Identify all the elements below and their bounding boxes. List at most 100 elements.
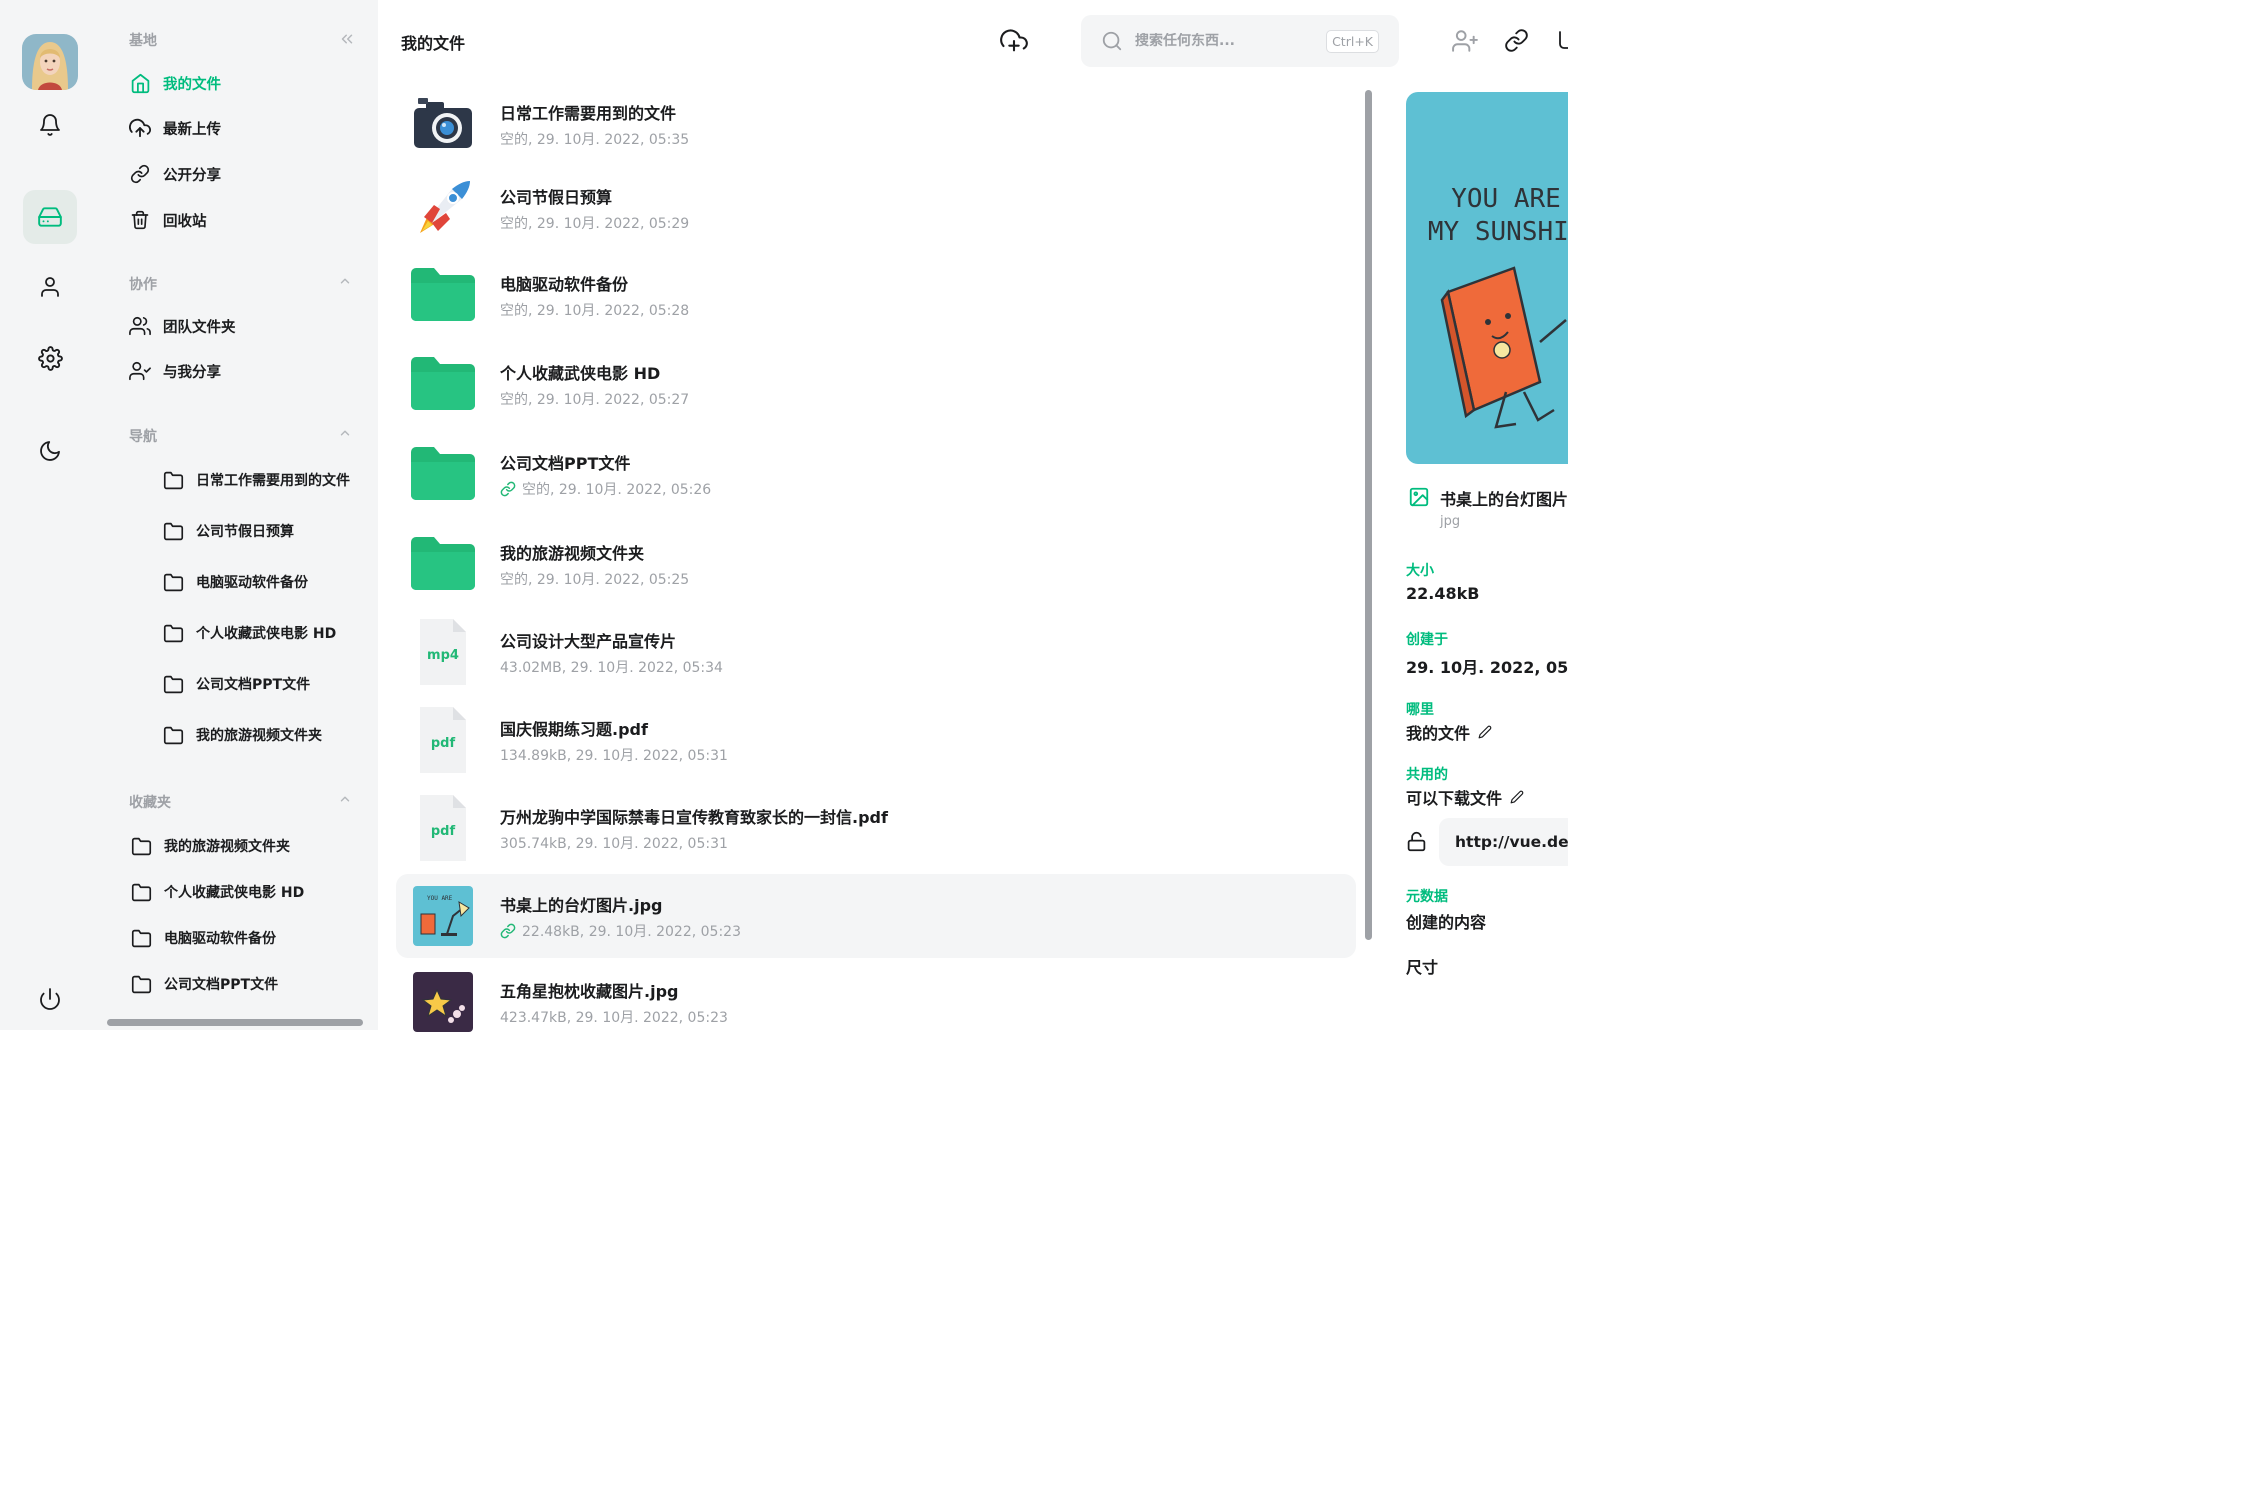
file-text: 个人收藏武侠电影 HD 空的, 29. 10月. 2022, 05:27 <box>500 360 689 409</box>
metadata-value: 创建的内容 <box>1406 913 1487 932</box>
file-thumbnail: mp4 <box>408 617 478 687</box>
folder-thumbnail <box>411 537 475 590</box>
avatar[interactable] <box>22 34 78 90</box>
drive-button[interactable] <box>23 190 77 244</box>
file-meta-text: 423.47kB, 29. 10月. 2022, 05:23 <box>500 1009 728 1026</box>
more-actions-button[interactable] <box>1556 28 1568 52</box>
collapse-sidebar-button[interactable] <box>338 30 356 48</box>
nav-folder-item-0[interactable]: 日常工作需要用到的文件 <box>163 464 350 496</box>
folder-label: 公司文档PPT文件 <box>196 677 311 693</box>
collapse-collab-button[interactable] <box>338 274 352 288</box>
file-thumbnail <box>408 173 478 243</box>
sidebar-item-public-share[interactable]: 公开分享 <box>129 158 221 190</box>
file-text: 公司节假日预算空的, 29. 10月. 2022, 05:29 <box>500 184 689 233</box>
file-row[interactable]: 公司文档PPT文件 空的, 29. 10月. 2022, 05:26 <box>396 432 1356 516</box>
file-row[interactable]: pdf 万州龙驹中学国际禁毒日宣传教育致家长的一封信.pdf 305.74kB, 2… <box>396 786 1356 870</box>
chevron-up-icon <box>340 430 350 436</box>
sidebar-item-recent-uploads[interactable]: 最新上传 <box>129 112 221 144</box>
folder-label: 电脑驱动软件备份 <box>164 931 276 947</box>
favorite-folder-item-2[interactable]: 电脑驱动软件备份 <box>131 922 276 954</box>
file-row[interactable]: mp4 公司设计大型产品宣传片 43.02MB, 29. 10月. 2022, 05… <box>396 610 1356 694</box>
edit-icon[interactable] <box>1510 790 1524 804</box>
camera-thumbnail <box>414 98 472 148</box>
edit-icon[interactable] <box>1478 725 1492 739</box>
image-preview[interactable]: YOU ARE MY SUNSHINE <box>1406 92 1568 464</box>
file-row[interactable]: 个人收藏武侠电影 HD 空的, 29. 10月. 2022, 05:27 <box>396 342 1356 426</box>
file-meta: 空的, 29. 10月. 2022, 05:29 <box>500 213 689 233</box>
folder-label: 电脑驱动软件备份 <box>196 575 308 591</box>
file-ext-label: mp4 <box>427 648 459 663</box>
collapse-favorites-button[interactable] <box>338 792 352 806</box>
file-name: 公司节假日预算 <box>500 187 613 207</box>
file-meta-text: 空的, 29. 10月. 2022, 05:28 <box>500 302 690 319</box>
sidebar-item-shared-with-me[interactable]: 与我分享 <box>129 355 221 387</box>
notifications-button[interactable] <box>23 98 77 152</box>
sidebar-scrollbar[interactable] <box>107 1019 363 1026</box>
file-meta: 134.89kB, 29. 10月. 2022, 05:31 <box>500 745 728 765</box>
folder-icon <box>163 624 184 642</box>
file-row[interactable]: 电脑驱动软件备份 空的, 29. 10月. 2022, 05:28 <box>396 253 1356 337</box>
favorite-folder-item-3[interactable]: 公司文档PPT文件 <box>131 968 278 1000</box>
file-thumbnail <box>408 260 478 330</box>
logout-button[interactable] <box>23 972 77 1026</box>
profile-button[interactable] <box>23 260 77 314</box>
file-meta: 空的, 29. 10月. 2022, 05:35 <box>500 129 689 149</box>
nav-folder-item-2[interactable]: 电脑驱动软件备份 <box>163 566 308 598</box>
file-text: 我的旅游视频文件夹 空的, 29. 10月. 2022, 05:25 <box>500 540 689 589</box>
metadata-label: 元数据 <box>1406 889 1448 905</box>
folder-icon <box>131 837 152 855</box>
shared-value: 可以下载文件 <box>1406 785 1524 809</box>
image-thumbnail: YOU ARE <box>413 886 473 946</box>
file-meta-text: 空的, 29. 10月. 2022, 05:26 <box>522 481 712 498</box>
search-input[interactable] <box>1135 33 1315 49</box>
upload-button[interactable] <box>1000 27 1028 55</box>
lock-toggle[interactable] <box>1406 831 1427 852</box>
nav-folder-item-4[interactable]: 公司文档PPT文件 <box>163 668 310 700</box>
folder-label: 公司文档PPT文件 <box>164 977 279 993</box>
file-text: 万州龙驹中学国际禁毒日宣传教育致家长的一封信.pdf 305.74kB, 29. … <box>500 804 888 853</box>
settings-button[interactable] <box>23 331 77 385</box>
file-row[interactable]: 我的旅游视频文件夹 空的, 29. 10月. 2022, 05:25 <box>396 522 1356 606</box>
shared-permission-text: 可以下载文件 <box>1406 789 1503 808</box>
file-list-scrollbar[interactable] <box>1365 90 1372 940</box>
sidebar: 基地 我的文件 最新上传 公开分享 回收站 协作 团队文件夹 与我分享 导航 日… <box>100 0 378 1030</box>
user-check-icon <box>129 361 151 381</box>
sidebar-item-my-files[interactable]: 我的文件 <box>129 67 221 99</box>
sidebar-item-label: 团队文件夹 <box>163 319 236 336</box>
file-text: 公司文档PPT文件 空的, 29. 10月. 2022, 05:26 <box>500 450 711 499</box>
image-thumbnail <box>413 972 473 1032</box>
share-link-button[interactable] <box>1504 28 1529 53</box>
file-ext-label: pdf <box>431 824 456 839</box>
collapse-navigation-button[interactable] <box>338 426 352 440</box>
chevrons-left-icon <box>341 34 353 44</box>
nav-folder-item-3[interactable]: 个人收藏武侠电影 HD <box>163 617 336 649</box>
file-meta: 空的, 29. 10月. 2022, 05:26 <box>500 479 711 499</box>
folder-icon <box>163 573 184 591</box>
file-row[interactable]: 日常工作需要用到的文件 空的, 29. 10月. 2022, 05:35 <box>396 82 1356 166</box>
file-meta: 423.47kB, 29. 10月. 2022, 05:23 <box>500 1007 728 1027</box>
file-meta-text: 空的, 29. 10月. 2022, 05:27 <box>500 391 690 408</box>
preview-text-line-1: YOU ARE <box>1451 184 1561 214</box>
file-thumbnail: pdf <box>408 705 478 775</box>
sidebar-item-team-folders[interactable]: 团队文件夹 <box>129 310 236 342</box>
file-meta: 空的, 29. 10月. 2022, 05:27 <box>500 389 689 409</box>
file-name: 书桌上的台灯图片.jpg <box>500 895 663 915</box>
share-link-field[interactable]: http://vue.demo <box>1439 818 1568 866</box>
file-row[interactable]: YOU ARE 书桌上的台灯图片.jpg 22.48kB, 29. 10月. 202… <box>396 874 1356 958</box>
nav-folder-item-5[interactable]: 我的旅游视频文件夹 <box>163 719 322 751</box>
link-icon <box>130 164 150 184</box>
section-title-favorites: 收藏夹 <box>129 795 171 811</box>
nav-folder-item-1[interactable]: 公司节假日预算 <box>163 515 294 547</box>
favorite-folder-item-0[interactable]: 我的旅游视频文件夹 <box>131 830 290 862</box>
favorite-folder-item-1[interactable]: 个人收藏武侠电影 HD <box>131 876 304 908</box>
theme-toggle-button[interactable] <box>23 424 77 478</box>
file-row[interactable]: 五角星抱枕收藏图片.jpg 423.47kB, 29. 10月. 2022, 05… <box>396 960 1356 1044</box>
sidebar-item-label: 最新上传 <box>163 121 221 138</box>
file-thumbnail <box>408 529 478 599</box>
file-thumbnail <box>408 439 478 509</box>
sidebar-item-trash[interactable]: 回收站 <box>129 204 207 236</box>
file-thumbnail <box>408 967 478 1037</box>
file-row[interactable]: pdf 国庆假期练习题.pdf 134.89kB, 29. 10月. 2022, 0… <box>396 698 1356 782</box>
add-member-button[interactable] <box>1452 28 1478 54</box>
file-row[interactable]: 公司节假日预算空的, 29. 10月. 2022, 05:29 <box>396 166 1356 250</box>
